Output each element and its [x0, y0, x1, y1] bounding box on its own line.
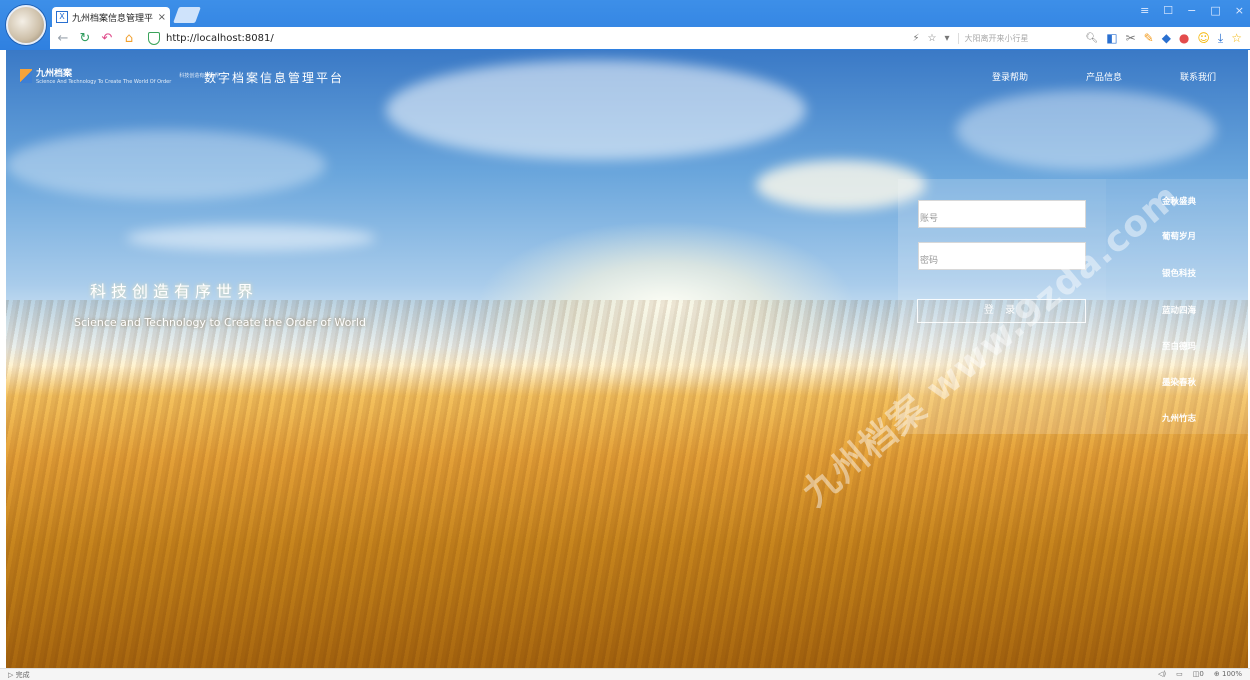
cloud [386, 60, 806, 160]
username-field[interactable]: 账号 [918, 200, 1086, 228]
tab-close-button[interactable]: × [158, 12, 166, 23]
favorite-star-icon[interactable]: ☆ [928, 33, 937, 44]
url-field[interactable]: http://localhost:8081/ [166, 33, 274, 44]
home-icon[interactable]: ⌂ [120, 31, 138, 46]
new-tab-button[interactable] [173, 7, 201, 23]
zoom-level: 100% [1221, 670, 1242, 678]
login-page: 九州档案 Science And Technology To Create Th… [6, 50, 1248, 668]
nav-contact-us[interactable]: 联系我们 [1180, 70, 1216, 83]
nav-login-help[interactable]: 登录帮助 [992, 70, 1028, 83]
status-right: ◁) ▭ ◫0 ⊕ 100% [1158, 670, 1242, 678]
logo-subtitle: Science And Technology To Create The Wor… [36, 79, 172, 85]
shield-app-icon[interactable]: ◆ [1162, 31, 1171, 45]
logo-mark-icon [20, 68, 32, 83]
platform-title: 数字档案信息管理平台 [204, 71, 345, 85]
back-icon[interactable]: ← [54, 31, 72, 46]
theme-item[interactable]: 葡萄岁月 [1162, 230, 1196, 242]
cloud [126, 225, 376, 251]
address-bar-row: ← ↻ ↶ ⌂ http://localhost:8081/ ⚡ ☆ ▾ 大阳离… [50, 27, 1250, 49]
theme-item[interactable]: 蓝动四海 [1162, 304, 1196, 316]
user-avatar[interactable] [6, 5, 46, 45]
undo-icon[interactable]: ↶ [98, 31, 116, 46]
status-text: ▷ 完成 [8, 671, 30, 679]
search-box[interactable]: 大阳离开来小行星 [957, 32, 1078, 44]
theme-item[interactable]: 墨染春秋 [1162, 376, 1196, 388]
search-icon[interactable]: 🔍︎ [1086, 33, 1099, 44]
dropdown-icon[interactable]: ▾ [944, 33, 949, 44]
pin-icon[interactable]: ✎ [1144, 31, 1154, 45]
page-icon[interactable]: ▭ [1176, 670, 1183, 678]
cut-icon[interactable]: ✂ [1126, 31, 1136, 45]
tab-title: 九州档案信息管理平台 [72, 13, 154, 24]
toolbar-right: ⚡ ☆ ▾ 大阳离开来小行星 🔍︎ ◧ ✂ ✎ ◆ ● ☺ ⤓ ☆ [912, 27, 1242, 49]
cloud [6, 130, 326, 200]
smiley-icon[interactable]: ☺ [1197, 31, 1210, 45]
status-count: 0 [1199, 670, 1204, 678]
app-icon[interactable]: ● [1179, 31, 1189, 45]
secure-shield-icon [148, 31, 160, 45]
cloud [956, 90, 1216, 170]
slogan-english: Science and Technology to Create the Ord… [74, 316, 366, 329]
status-bar: ▷ 完成 ◁) ▭ ◫0 ⊕ 100% [0, 668, 1250, 680]
browser-tab[interactable]: X 九州档案信息管理平台 × [52, 7, 170, 27]
theme-item[interactable]: 至白德玛 [1162, 340, 1196, 352]
window-controls: ≡ ☐ − □ × [1140, 4, 1244, 17]
theme-item[interactable]: 银色科技 [1162, 267, 1196, 279]
browser-chrome: X 九州档案信息管理平台 × ≡ ☐ − □ × ← ↻ ↶ ⌂ http://… [0, 0, 1250, 50]
favicon-icon: X [56, 11, 68, 23]
download-icon[interactable]: ⤓ [1218, 31, 1223, 46]
extension-icon[interactable]: ◧ [1106, 31, 1117, 45]
bookmark-star-icon[interactable]: ☆ [1231, 31, 1242, 45]
skin-icon[interactable]: ☐ [1163, 4, 1173, 17]
close-window-button[interactable]: × [1235, 4, 1244, 17]
lightning-icon[interactable]: ⚡ [912, 33, 919, 44]
speaker-icon[interactable]: ◁) [1158, 670, 1166, 678]
maximize-button[interactable]: □ [1210, 4, 1220, 17]
menu-icon[interactable]: ≡ [1140, 4, 1149, 17]
slogan-chinese: 科技创造有序世界 [90, 282, 259, 301]
status-label: 完成 [15, 671, 30, 679]
nav-product-info[interactable]: 产品信息 [1086, 70, 1122, 83]
refresh-icon[interactable]: ↻ [76, 31, 94, 46]
logo-name: 九州档案 [36, 69, 73, 79]
minimize-button[interactable]: − [1187, 4, 1196, 17]
theme-item[interactable]: 九州竹志 [1162, 412, 1196, 424]
site-logo[interactable]: 九州档案 Science And Technology To Create Th… [20, 66, 219, 85]
zoom-icon: ⊕ [1213, 670, 1222, 678]
